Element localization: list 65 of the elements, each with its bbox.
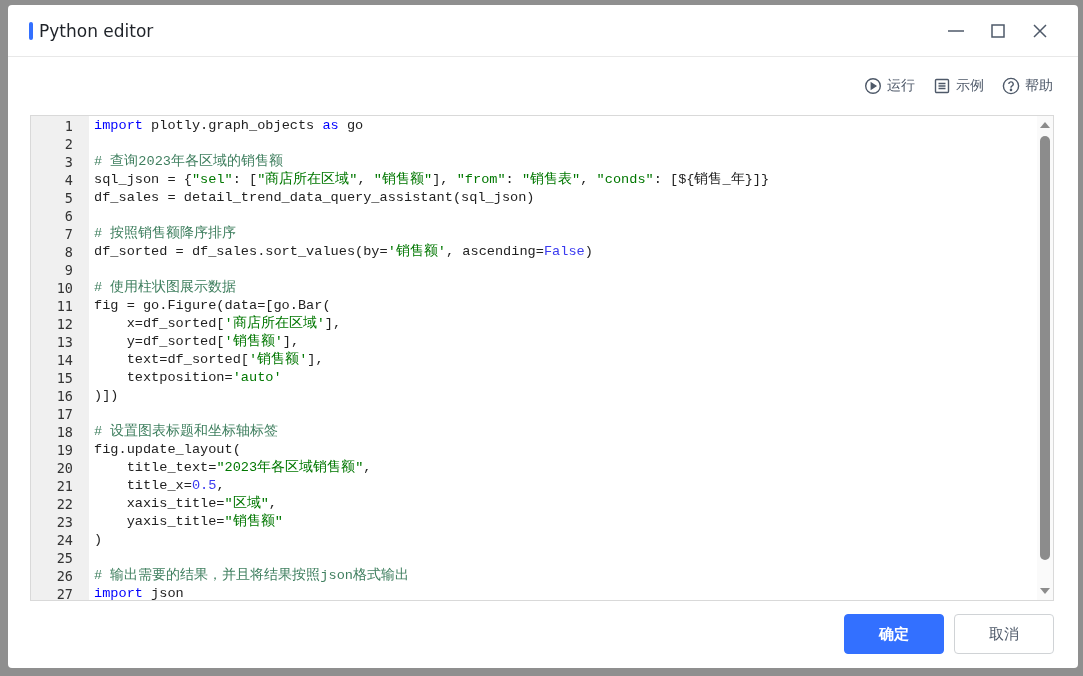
line-number: 27 bbox=[55, 585, 74, 600]
document-icon bbox=[933, 77, 951, 95]
toolbar-button[interactable]: 示例 bbox=[933, 77, 984, 95]
line-number: 13 bbox=[55, 333, 74, 351]
line-number: 20 bbox=[55, 459, 74, 477]
line-number: 19 bbox=[55, 441, 74, 459]
code-line: # 输出需要的结果，并且将结果按照json格式输出 bbox=[94, 567, 409, 585]
code-line: # 按照销售额降序排序 bbox=[94, 225, 237, 243]
line-number: 16 bbox=[55, 387, 74, 405]
line-number: 23 bbox=[55, 513, 74, 531]
code-line: df_sales = detail_trend_data_query_assistant(sql_json) bbox=[94, 189, 535, 207]
line-number: 11 bbox=[55, 297, 74, 315]
code-line: fig.update_layout( bbox=[94, 441, 241, 459]
maximize-icon bbox=[991, 23, 1005, 38]
line-number: 22 bbox=[55, 495, 74, 513]
code-line: ) bbox=[94, 531, 103, 549]
scrollbar-thumb[interactable] bbox=[1040, 136, 1050, 560]
code-line: import plotly.graph_objects as go bbox=[94, 117, 364, 135]
line-number: 8 bbox=[63, 243, 74, 261]
code-line: # 设置图表标题和坐标轴标签 bbox=[94, 423, 279, 441]
line-number: 15 bbox=[55, 369, 74, 387]
code-line: yaxis_title="销售额" bbox=[125, 513, 283, 531]
line-number: 24 bbox=[55, 531, 74, 549]
code-line: y=df_sorted['销售额'], bbox=[125, 333, 300, 351]
code-line: import json bbox=[94, 585, 184, 600]
line-number: 25 bbox=[55, 549, 74, 567]
title-accent-bar bbox=[29, 21, 33, 40]
close-icon bbox=[1032, 22, 1048, 39]
code-line: text=df_sorted['销售额'], bbox=[125, 351, 324, 369]
toolbar-button[interactable]: 运行 bbox=[864, 77, 915, 95]
help-icon bbox=[1002, 77, 1020, 95]
line-number: 14 bbox=[55, 351, 74, 369]
line-number: 3 bbox=[63, 153, 74, 171]
cancel-button[interactable]: 取消 bbox=[954, 614, 1054, 654]
line-number: 17 bbox=[55, 405, 74, 423]
toolbar-button[interactable]: 帮助 bbox=[1002, 77, 1053, 95]
code-line: textposition='auto' bbox=[125, 369, 282, 387]
minimize-icon bbox=[947, 29, 965, 32]
code-line: fig = go.Figure(data=[go.Bar( bbox=[94, 297, 331, 315]
line-number: 26 bbox=[55, 567, 74, 585]
window-title: Python editor bbox=[39, 20, 155, 41]
line-number: 9 bbox=[63, 261, 74, 279]
code-editor[interactable] bbox=[30, 115, 1054, 601]
code-line: x=df_sorted['商店所在区域'], bbox=[125, 315, 342, 333]
code-line: # 查询2023年各区域的销售额 bbox=[94, 153, 283, 171]
code-line: title_text="2023年各区域销售额", bbox=[125, 459, 372, 477]
line-number: 12 bbox=[55, 315, 74, 333]
code-line: title_x=0.5, bbox=[125, 477, 225, 495]
confirm-button[interactable]: 确定 bbox=[844, 614, 944, 654]
code-line: # 使用柱状图展示数据 bbox=[94, 279, 237, 297]
code-line: sql_json = {"sel": ["商店所在区域", "销售额"], "from": "销售表", "conds": [${销售_年}]} bbox=[94, 171, 770, 189]
line-number: 10 bbox=[55, 279, 74, 297]
line-number: 5 bbox=[63, 189, 74, 207]
line-number: 1 bbox=[63, 117, 74, 135]
line-number: 18 bbox=[55, 423, 74, 441]
line-number: 2 bbox=[63, 135, 74, 153]
line-number: 6 bbox=[63, 207, 74, 225]
play-icon bbox=[864, 77, 882, 95]
code-line: df_sorted = df_sales.sort_values(by='销售额', ascending=False) bbox=[94, 243, 593, 261]
code-line: )]) bbox=[94, 387, 119, 405]
line-number: 7 bbox=[63, 225, 74, 243]
line-number: 21 bbox=[55, 477, 74, 495]
scrollbar[interactable] bbox=[1037, 116, 1053, 600]
code-line: xaxis_title="区域", bbox=[125, 495, 278, 513]
line-number: 4 bbox=[63, 171, 74, 189]
